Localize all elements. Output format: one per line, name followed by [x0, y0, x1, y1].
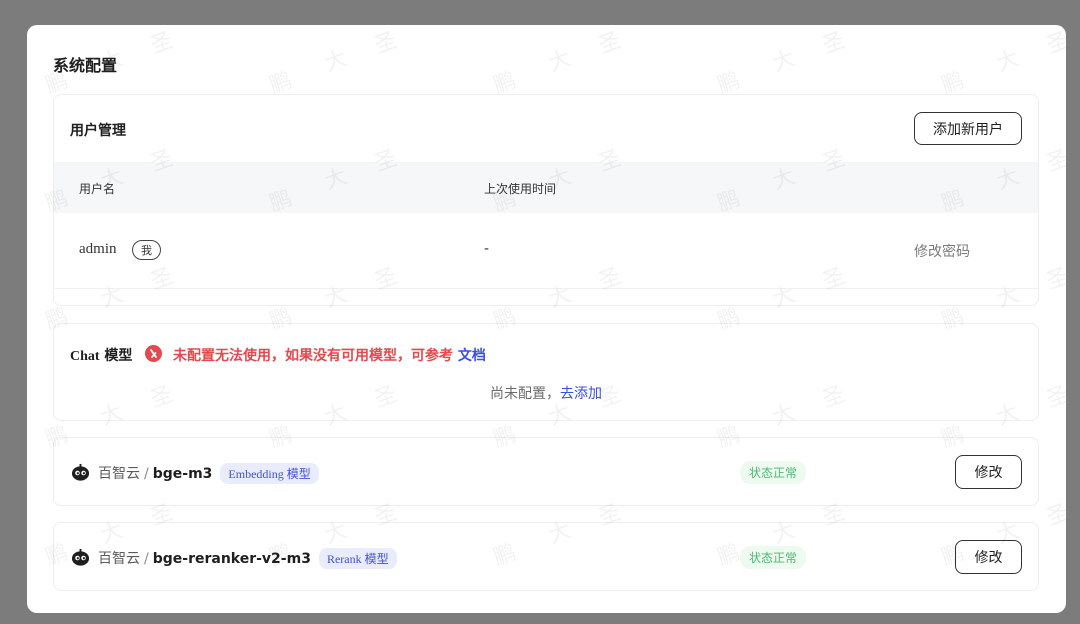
column-header-last-used: 上次使用时间 — [484, 182, 557, 196]
empty-state-text: 尚未配置， — [490, 386, 560, 402]
model-name: bge-reranker-v2-m3 — [152, 551, 311, 567]
me-badge: 我 — [132, 240, 161, 260]
warning-text: 未配置无法使用，如果没有可用模型，可参考 — [173, 348, 458, 364]
table-row: admin 我 - 修改密码 — [54, 213, 1038, 289]
watermark-char: 圣 — [595, 27, 625, 59]
watermark-char: 圣 — [819, 27, 849, 59]
user-management-title: 用户管理 — [70, 123, 126, 139]
provider-name: 百智云 — [98, 466, 140, 482]
chat-title-en: Chat — [70, 349, 100, 364]
user-management-card: 用户管理 添加新用户 用户名 上次使用时间 admin 我 - 修改密码 — [53, 94, 1039, 306]
watermark-char: 圣 — [1043, 263, 1066, 295]
empty-state: 尚未配置，去添加 — [54, 383, 1038, 403]
watermark-char: 大 — [993, 45, 1023, 77]
modal-title: 系统配置 — [53, 56, 118, 75]
watermark-char: 圣 — [1043, 499, 1066, 531]
model-card-bge-m3: 百智云 / bge-m3 Embedding 模型 状态正常 修改 — [53, 437, 1039, 506]
warning-message: 未配置无法使用，如果没有可用模型，可参考 文档 — [173, 345, 486, 365]
go-add-link[interactable]: 去添加 — [560, 386, 602, 402]
last-used-cell: - — [484, 241, 490, 257]
robot-icon — [71, 548, 90, 566]
chat-model-title: Chat 模型 — [70, 345, 132, 365]
separator: / — [144, 466, 149, 482]
model-name: bge-m3 — [152, 466, 213, 482]
model-label: 百智云 / bge-reranker-v2-m3 Rerank 模型 — [98, 548, 397, 569]
warning-icon — [145, 345, 162, 362]
watermark-char: 大 — [545, 45, 575, 77]
add-user-button[interactable]: 添加新用户 — [914, 112, 1022, 145]
watermark-char: 圣 — [1043, 145, 1066, 177]
separator: / — [144, 551, 149, 567]
watermark-char: 圣 — [1043, 381, 1066, 413]
watermark-char: 圣 — [147, 27, 177, 59]
chat-title-cn: 模型 — [99, 348, 133, 364]
watermark-char: 大 — [321, 45, 351, 77]
table-header: 用户名 上次使用时间 — [54, 162, 1038, 213]
model-type-tag: Embedding 模型 — [220, 463, 319, 484]
model-type-tag: Rerank 模型 — [318, 548, 397, 569]
column-header-username: 用户名 — [79, 182, 116, 196]
robot-icon — [71, 463, 90, 481]
system-config-modal: 系统配置 用户管理 添加新用户 用户名 上次使用时间 admin 我 - 修改密… — [27, 25, 1066, 613]
model-label: 百智云 / bge-m3 Embedding 模型 — [98, 463, 319, 484]
model-card-bge-reranker: 百智云 / bge-reranker-v2-m3 Rerank 模型 状态正常 修改 — [53, 522, 1039, 591]
provider-name: 百智云 — [98, 551, 140, 567]
docs-link[interactable]: 文档 — [458, 348, 486, 364]
watermark-char: 圣 — [1043, 27, 1066, 59]
change-password-link[interactable]: 修改密码 — [914, 241, 970, 261]
edit-model-button[interactable]: 修改 — [955, 455, 1022, 489]
edit-model-button[interactable]: 修改 — [955, 540, 1022, 574]
status-badge: 状态正常 — [740, 461, 807, 484]
username-cell: admin — [79, 241, 117, 257]
status-badge: 状态正常 — [740, 546, 807, 569]
watermark-char: 圣 — [371, 27, 401, 59]
chat-model-card: Chat 模型 未配置无法使用，如果没有可用模型，可参考 文档 尚未配置，去添加 — [53, 323, 1039, 421]
watermark-char: 大 — [769, 45, 799, 77]
